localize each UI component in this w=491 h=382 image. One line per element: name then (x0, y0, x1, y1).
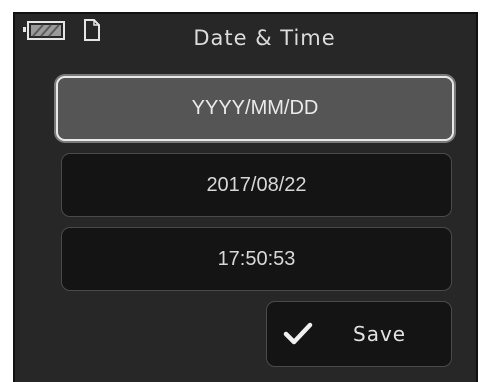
check-icon (283, 322, 313, 345)
camera-screen: Date & Time YYYY/MM/DD 2017/08/22 17:50:… (15, 14, 476, 382)
date-field[interactable]: 2017/08/22 (61, 153, 452, 217)
screen-title: Date & Time (193, 26, 336, 50)
save-label: Save (353, 322, 407, 346)
status-bar: Date & Time (15, 14, 476, 58)
time-field[interactable]: 17:50:53 (61, 227, 452, 291)
save-button[interactable]: Save (266, 301, 452, 367)
date-format-button[interactable]: YYYY/MM/DD (56, 76, 454, 141)
